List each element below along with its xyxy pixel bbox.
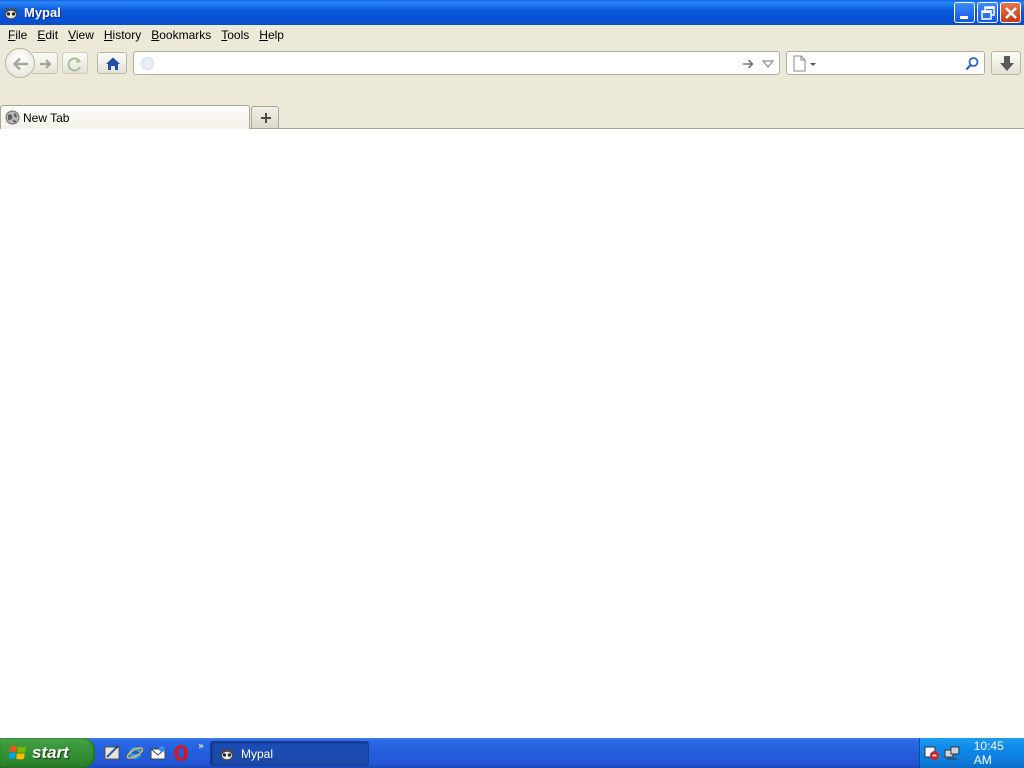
reload-button[interactable] [62,52,88,74]
menu-bar: File Edit View History Bookmarks Tools H… [0,25,1024,45]
show-desktop-icon[interactable] [103,744,121,762]
restore-icon [981,6,995,20]
url-input[interactable] [160,55,740,71]
network-tray-icon[interactable] [944,745,960,761]
opera-icon[interactable] [172,744,190,762]
window-title: Mypal [24,5,61,20]
windows-logo-icon [8,745,26,760]
globe-icon [5,110,20,125]
clock-tray-icon[interactable] [924,745,940,761]
search-engine-icon[interactable] [792,55,818,72]
start-label: start [32,743,69,762]
menu-tools[interactable]: Tools [216,28,254,42]
back-button[interactable] [5,48,35,78]
reload-icon [67,57,81,72]
close-icon [1005,7,1017,19]
taskbar-button-mypal[interactable]: Mypal [210,741,369,766]
page-identity-icon [141,57,154,70]
tab-new-tab[interactable]: New Tab [0,105,250,129]
url-bar[interactable] [133,51,780,75]
home-icon [106,57,120,70]
mypal-icon [220,747,234,760]
menu-file[interactable]: File [3,28,32,42]
plus-icon [261,113,271,123]
quick-launch-overflow-icon[interactable]: » [198,741,204,752]
close-button[interactable] [1000,2,1021,23]
navigation-toolbar [0,45,1024,105]
minimize-icon [960,16,968,19]
menu-edit[interactable]: Edit [32,28,63,42]
downloads-button[interactable] [991,51,1021,75]
taskbar-button-label: Mypal [241,746,274,761]
outlook-express-icon[interactable] [149,744,167,762]
menu-history[interactable]: History [99,28,146,42]
start-button[interactable]: start [0,738,95,768]
home-button[interactable] [97,52,127,74]
restore-button[interactable] [977,2,998,23]
mypal-app-icon [4,6,18,19]
page-content[interactable] [0,129,1024,738]
tab-strip: New Tab [0,105,1024,129]
search-bar[interactable] [786,51,985,75]
title-bar[interactable]: Mypal [0,0,1024,25]
system-tray: 10:45 AM [919,738,1024,768]
taskbar-clock[interactable]: 10:45 AM [974,739,1024,767]
tab-label: New Tab [23,110,70,125]
search-icon[interactable] [964,56,980,72]
search-input[interactable] [819,55,959,71]
history-dropdown-icon[interactable] [761,56,775,72]
menu-help[interactable]: Help [254,28,289,42]
taskbar: start » Mypal 10:45 AM [0,738,1024,768]
go-arrow-icon[interactable] [740,56,756,72]
menu-view[interactable]: View [63,28,99,42]
minimize-button[interactable] [954,2,975,23]
new-tab-button[interactable] [251,106,279,128]
menu-bookmarks[interactable]: Bookmarks [146,28,216,42]
internet-explorer-icon[interactable] [126,744,144,762]
download-icon [1000,56,1014,71]
back-icon [12,57,28,71]
